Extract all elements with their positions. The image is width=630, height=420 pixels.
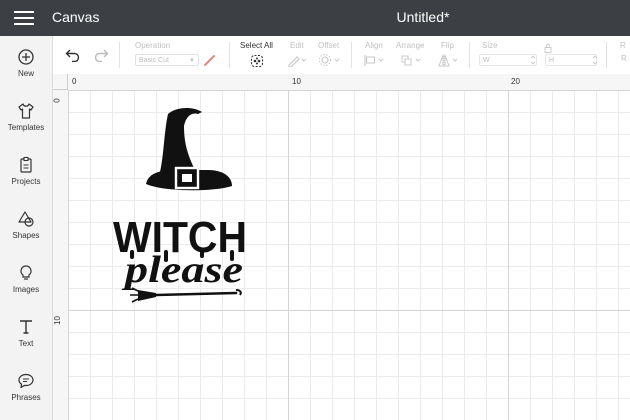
width-prefix: W [483,57,490,64]
left-sidebar: New Templates Projects Shapes Images Tex… [0,36,53,420]
ruler-number: 0 [52,98,62,103]
chevron-down-icon: ▼ [189,58,195,64]
flip-icon[interactable] [437,54,461,67]
undo-icon[interactable] [65,48,81,62]
align-icon[interactable] [363,54,387,67]
ruler-number: 20 [511,77,520,86]
align-label: Align [365,41,383,50]
offset-label: Offset [318,41,340,50]
top-bar: Canvas Untitled* [0,0,630,36]
rotate-prefix: R [621,54,627,63]
sidebar-item-label: Phrases [11,393,41,402]
size-label: Size [482,41,498,50]
edit-toolbar: Operation Basic Cut ▼ Select All Edit Off… [53,36,630,75]
width-field[interactable]: W [479,54,537,66]
witch-please-design[interactable]: WITCH please [104,104,254,314]
offset-icon[interactable] [318,53,342,67]
redo-icon[interactable] [93,48,109,62]
toolbar-divider [119,42,120,68]
select-all-icon[interactable] [250,54,264,68]
operation-label: Operation [135,41,171,50]
sidebar-item-projects[interactable]: Projects [0,150,52,200]
toolbar-divider [229,42,230,68]
sidebar-item-text[interactable]: Text [0,312,52,362]
document-title-wrap: Untitled* [0,9,630,25]
sidebar-item-phrases[interactable]: Phrases [0,366,52,416]
sidebar-item-label: Text [18,339,34,348]
sidebar-item-images[interactable]: Images [0,258,52,308]
toolbar-divider [606,42,607,68]
speech-bubble-icon [18,373,34,389]
sidebar-item-label: Shapes [12,231,40,240]
height-prefix: H [549,57,555,64]
clipboard-icon [20,156,32,173]
sidebar-item-label: Projects [11,177,41,186]
flip-label: Flip [441,41,454,50]
pen-icon[interactable] [203,53,217,67]
sidebar-item-templates[interactable]: Templates [0,96,52,146]
plus-circle-icon [18,49,34,65]
ruler-number: 0 [72,77,77,86]
sidebar-item-label: Images [12,285,40,294]
lock-icon[interactable] [543,43,553,53]
document-title[interactable]: Untitled* [397,9,450,25]
sidebar-item-new[interactable]: New [0,42,52,92]
text-t-icon [20,320,32,334]
toolbar-divider [469,42,470,68]
height-field[interactable]: H [545,54,597,66]
ruler-number: 10 [292,77,301,86]
ruler-top: 0 10 20 [68,74,630,91]
tshirt-icon [18,103,34,119]
select-all-label: Select All [240,41,273,50]
arrange-icon[interactable] [400,54,424,67]
design-line-please: please [121,249,243,291]
rotate-label: R [620,41,626,50]
shapes-icon [18,211,34,227]
sidebar-item-label: Templates [7,123,45,132]
sidebar-item-shapes[interactable]: Shapes [0,204,52,254]
witch-hat-icon [146,108,232,191]
operation-value: Basic Cut [139,57,169,64]
sidebar-item-label: New [17,69,34,78]
toolbar-divider [351,42,352,68]
ruler-left: 0 10 [53,90,69,420]
arrange-label: Arrange [396,41,425,50]
ruler-number: 10 [52,316,62,325]
width-stepper-icon[interactable] [530,54,536,66]
lightbulb-icon [20,265,32,280]
operation-select[interactable]: Basic Cut ▼ [135,54,199,66]
ruler-corner [53,74,68,90]
edit-label: Edit [290,41,304,50]
height-stepper-icon[interactable] [592,54,598,66]
edit-pencil-icon[interactable] [287,54,307,67]
